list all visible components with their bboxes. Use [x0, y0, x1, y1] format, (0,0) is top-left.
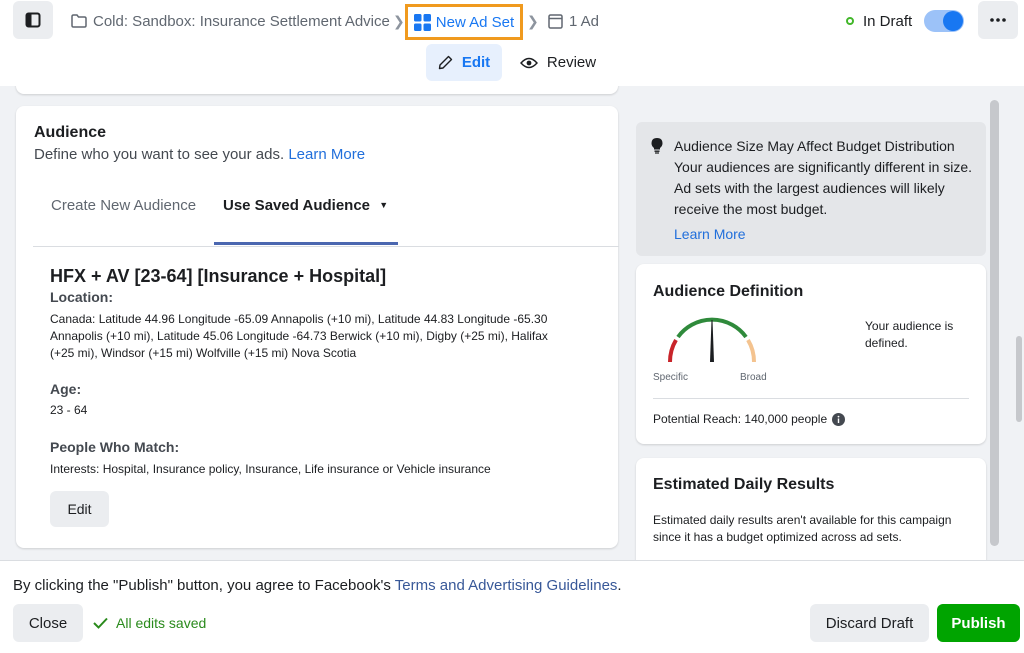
- audience-subtitle: Define who you want to see your ads. Lea…: [34, 146, 365, 163]
- estimated-results-title: Estimated Daily Results: [653, 476, 835, 493]
- gauge-needle: [710, 320, 714, 362]
- audience-subtitle-text: Define who you want to see your ads.: [34, 146, 285, 163]
- active-tab-indicator: [214, 242, 398, 245]
- previous-section-card: [16, 86, 618, 94]
- draft-toggle[interactable]: [924, 10, 964, 32]
- terms-prefix: By clicking the "Publish" button, you ag…: [13, 577, 395, 594]
- notice-title: Audience Size May Affect Budget Distribu…: [674, 138, 955, 154]
- age-value: 23 - 64: [50, 403, 88, 417]
- check-icon: [93, 617, 108, 629]
- close-button[interactable]: Close: [13, 604, 83, 642]
- info-icon[interactable]: [832, 412, 846, 426]
- notice-body: Audience Size May Affect Budget Distribu…: [674, 136, 974, 245]
- breadcrumb-campaign-label: Cold: Sandbox: Insurance Settlement Advi…: [93, 12, 390, 30]
- audience-defined-text: Your audience is defined.: [865, 319, 954, 350]
- page-scrollbar[interactable]: [1016, 336, 1022, 422]
- save-status-label: All edits saved: [116, 615, 207, 631]
- grid-icon: [413, 13, 431, 31]
- terms-notice: By clicking the "Publish" button, you ag…: [13, 577, 622, 594]
- save-status: All edits saved: [93, 604, 206, 642]
- chevron-right-icon: ❯: [527, 13, 539, 29]
- definition-divider: [653, 398, 969, 399]
- chevron-right-icon: ❯: [393, 13, 405, 29]
- saved-audience-name: HFX + AV [23-64] [Insurance + Hospital]: [50, 266, 387, 286]
- tab-use-saved-audience[interactable]: Use Saved Audience ▼: [223, 197, 388, 214]
- review-mode-label: Review: [546, 54, 597, 71]
- people-match-label: People Who Match:: [50, 439, 180, 455]
- breadcrumb-adset[interactable]: New Ad Set: [405, 4, 523, 40]
- draft-status-label: In Draft: [863, 12, 913, 30]
- location-label: Location:: [50, 289, 113, 305]
- audience-learn-more-link[interactable]: Learn More: [288, 146, 365, 163]
- folder-icon: [71, 14, 87, 28]
- publish-button[interactable]: Publish: [937, 604, 1020, 642]
- edit-audience-button[interactable]: Edit: [50, 491, 109, 527]
- sidebar-toggle-button[interactable]: [13, 1, 53, 39]
- audience-card: Audience Define who you want to see your…: [16, 106, 619, 548]
- ad-icon: [548, 13, 563, 29]
- potential-reach-text: Potential Reach: 140,000 people: [653, 412, 828, 426]
- tab-use-saved-audience-label: Use Saved Audience: [223, 197, 371, 214]
- notice-text: Your audiences are significantly differe…: [674, 159, 973, 217]
- gauge-specific-label: Specific: [653, 372, 689, 383]
- breadcrumb-ad-label: 1 Ad: [569, 12, 600, 30]
- top-bar: Cold: Sandbox: Insurance Settlement Advi…: [0, 0, 1024, 42]
- edit-mode-label: Edit: [461, 54, 491, 71]
- breadcrumb-adset-label: New Ad Set: [435, 13, 515, 31]
- lightbulb-icon: [651, 138, 663, 154]
- edit-mode-tab[interactable]: Edit: [426, 44, 502, 81]
- tab-divider: [33, 246, 619, 247]
- eye-icon: [519, 57, 538, 68]
- more-options-button[interactable]: [978, 1, 1018, 39]
- estimated-results-card: Estimated Daily Results Estimated daily …: [636, 458, 986, 560]
- notice-learn-more-link[interactable]: Learn More: [674, 224, 974, 245]
- footer-bar: By clicking the "Publish" button, you ag…: [0, 560, 1024, 653]
- potential-reach: Potential Reach: 140,000 people: [653, 412, 846, 426]
- location-value: Canada: Latitude 44.96 Longitude -65.09 …: [50, 312, 548, 360]
- breadcrumb-ad[interactable]: 1 Ad: [548, 0, 599, 42]
- terms-link[interactable]: Terms and Advertising Guidelines: [395, 577, 618, 594]
- toggle-knob: [943, 11, 963, 31]
- estimated-results-text: Estimated daily results aren't available…: [653, 513, 952, 544]
- more-icon: [990, 18, 1006, 22]
- audience-gauge: [667, 317, 757, 363]
- audience-title: Audience: [34, 124, 107, 141]
- audience-definition-title: Audience Definition: [653, 283, 804, 300]
- editor-content: Audience Define who you want to see your…: [0, 86, 1024, 560]
- draft-status: In Draft: [846, 0, 912, 42]
- pencil-icon: [438, 55, 453, 70]
- tab-create-new-audience[interactable]: Create New Audience: [51, 197, 196, 214]
- status-dot-icon: [846, 17, 854, 25]
- caret-down-icon: ▼: [379, 200, 389, 210]
- audience-size-notice: Audience Size May Affect Budget Distribu…: [636, 122, 986, 256]
- gauge-broad-label: Broad: [740, 372, 767, 383]
- age-label: Age:: [50, 381, 82, 397]
- content-scrollbar[interactable]: [990, 100, 999, 546]
- audience-definition-card: Audience Definition Specific Broad Your …: [636, 264, 986, 444]
- review-mode-tab[interactable]: Review: [516, 44, 600, 81]
- sidebar-icon: [25, 12, 41, 28]
- mode-bar: Edit Review: [0, 42, 1024, 86]
- discard-draft-button[interactable]: Discard Draft: [810, 604, 929, 642]
- terms-suffix: .: [617, 577, 622, 594]
- breadcrumb-campaign[interactable]: Cold: Sandbox: Insurance Settlement Advi…: [71, 0, 390, 42]
- people-match-value: Interests: Hospital, Insurance policy, I…: [50, 462, 491, 476]
